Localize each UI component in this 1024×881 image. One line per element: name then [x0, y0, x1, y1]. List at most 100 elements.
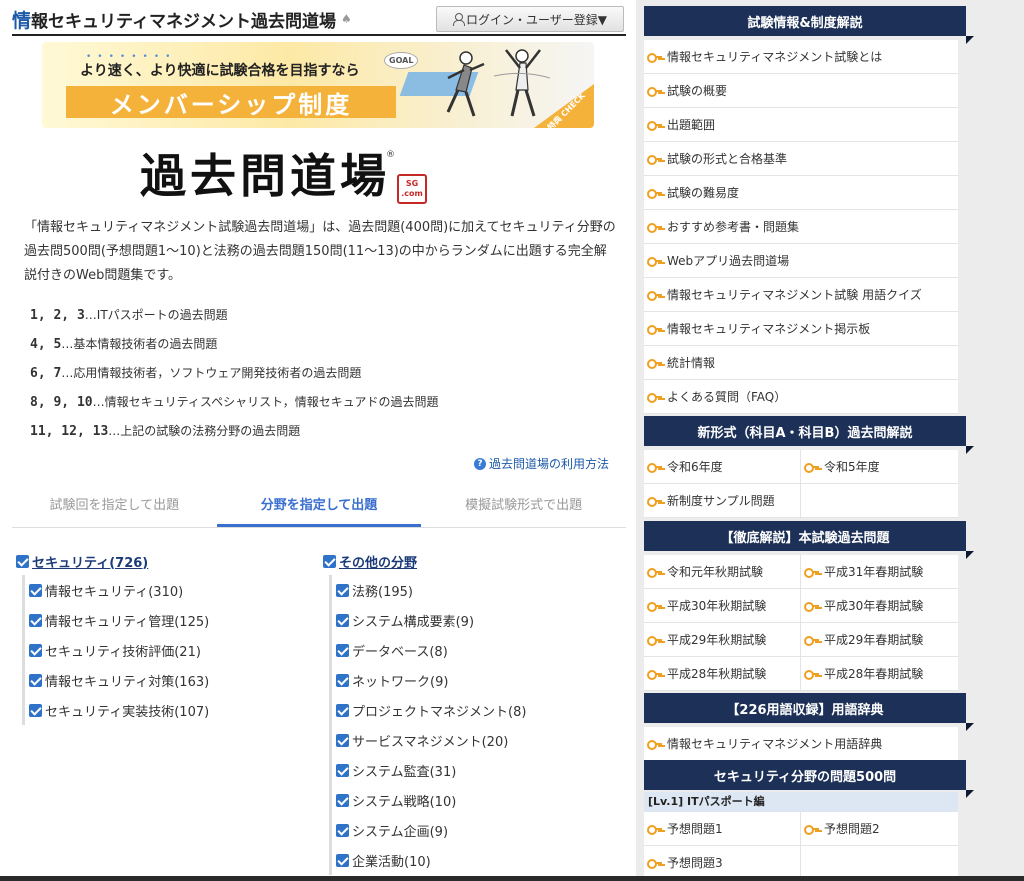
sidebar-link[interactable]: Webアプリ過去問道場 [644, 244, 958, 278]
spade-icon: ♠ [341, 12, 352, 26]
sg-seal-icon: SG .com [397, 174, 427, 204]
checkbox-checked-icon[interactable] [336, 643, 349, 657]
sidebar-link[interactable]: おすすめ参考書・問題集 [644, 210, 958, 244]
key-icon [804, 669, 820, 680]
sidebar-link[interactable]: 統計情報 [644, 346, 958, 380]
membership-banner[interactable]: •••••••• より速く、より快適に試験合格を目指すなら メンバーシップ制度 … [42, 42, 594, 128]
key-icon [647, 824, 663, 835]
key-icon [804, 462, 820, 473]
tab-by-exam[interactable]: 試験回を指定して出題 [12, 488, 217, 527]
sidebar-link[interactable]: 予想問題2 [801, 812, 958, 846]
category-security-head[interactable]: セキュリティ(726) [16, 550, 209, 572]
sidebar-link[interactable]: 平成29年春期試験 [801, 623, 958, 657]
sidebar-link[interactable]: 情報セキュリティマネジメント試験とは [644, 40, 958, 74]
question-range-list: 1, 2, 3…ITパスポートの過去問題 4, 5…基本情報技術者の過去問題 6… [30, 304, 438, 449]
checkbox-checked-icon[interactable] [336, 853, 349, 867]
checkbox-checked-icon[interactable] [336, 793, 349, 807]
registered-mark: ® [386, 150, 395, 160]
checkbox-checked-icon[interactable] [29, 673, 42, 687]
category-item[interactable]: セキュリティ技術評価(21) [29, 635, 209, 665]
key-icon [804, 824, 820, 835]
key-icon [804, 601, 820, 612]
sidebar-link[interactable]: 平成30年春期試験 [801, 589, 958, 623]
sidebar-link[interactable]: 試験の概要 [644, 74, 958, 108]
sidebar-link[interactable]: 令和元年秋期試験 [644, 555, 801, 589]
category-item[interactable]: システム企画(9) [336, 815, 526, 845]
sidebar-list-new-format: 令和6年度 令和5年度 新制度サンプル問題 [644, 450, 958, 518]
key-icon [647, 462, 663, 473]
checkbox-checked-icon[interactable] [336, 763, 349, 777]
question-circle-icon: ? [474, 457, 486, 470]
sidebar-link[interactable]: よくある質問（FAQ） [644, 380, 958, 414]
category-item[interactable]: ネットワーク(9) [336, 665, 526, 695]
key-icon [647, 669, 663, 680]
sidebar-list-past-exams: 令和元年秋期試験 平成31年春期試験 平成30年秋期試験 平成30年春期試験 平… [644, 555, 958, 691]
sidebar-link[interactable]: 令和5年度 [801, 450, 958, 484]
category-item[interactable]: データベース(8) [336, 635, 526, 665]
category-item[interactable]: 情報セキュリティ管理(125) [29, 605, 209, 635]
site-title-text: 報セキュリティマネジメント過去問道場 [31, 11, 336, 32]
key-icon [647, 496, 663, 507]
range-item: 4, 5…基本情報技術者の過去問題 [30, 337, 218, 352]
main-content: 情 報セキュリティマネジメント過去問道場 ♠ ログイン・ユーザー登録▼ ••••… [0, 0, 636, 881]
category-item[interactable]: システム構成要素(9) [336, 605, 526, 635]
category-item[interactable]: 情報セキュリティ対策(163) [29, 665, 209, 695]
checkbox-checked-icon[interactable] [336, 583, 349, 597]
checkbox-checked-icon[interactable] [336, 673, 349, 687]
usage-help-link[interactable]: ? 過去問道場の利用方法 [474, 455, 609, 472]
sidebar-link[interactable]: 新制度サンプル問題 [644, 484, 801, 518]
checkbox-checked-icon[interactable] [29, 583, 42, 597]
sidebar-link[interactable]: 情報セキュリティマネジメント試験 用語クイズ [644, 278, 958, 312]
sidebar-link[interactable]: 令和6年度 [644, 450, 801, 484]
checkbox-checked-icon[interactable] [29, 613, 42, 627]
tab-mock-exam[interactable]: 模擬試験形式で出題 [421, 488, 626, 527]
checkbox-checked-icon[interactable] [336, 703, 349, 717]
user-icon [453, 13, 465, 26]
checkbox-checked-icon[interactable] [336, 733, 349, 747]
sidebar-link[interactable]: 予想問題3 [644, 846, 801, 880]
category-item[interactable]: 企業活動(10) [336, 845, 526, 875]
checkbox-checked-icon[interactable] [29, 643, 42, 657]
tab-by-field[interactable]: 分野を指定して出題 [216, 488, 422, 527]
site-title[interactable]: 情 報セキュリティマネジメント過去問道場 ♠ [12, 4, 352, 34]
sidebar-heading-new-format: 新形式（科目A・科目B）過去問解説 [644, 416, 974, 454]
sidebar-link[interactable]: 平成28年春期試験 [801, 657, 958, 691]
category-item[interactable]: サービスマネジメント(20) [336, 725, 526, 755]
category-item[interactable]: システム監査(31) [336, 755, 526, 785]
key-icon [647, 635, 663, 646]
sidebar-link[interactable]: 平成31年春期試験 [801, 555, 958, 589]
category-item[interactable]: システム戦略(10) [336, 785, 526, 815]
category-item[interactable]: 法務(195) [336, 575, 526, 605]
key-icon [647, 290, 663, 301]
key-icon [647, 858, 663, 869]
sidebar-link[interactable]: 試験の難易度 [644, 176, 958, 210]
sidebar-link[interactable]: 平成28年秋期試験 [644, 657, 801, 691]
login-register-button[interactable]: ログイン・ユーザー登録▼ [436, 6, 624, 32]
category-item[interactable]: プロジェクトマネジメント(8) [336, 695, 526, 725]
sidebar-link[interactable]: 出題範囲 [644, 108, 958, 142]
sidebar-link[interactable]: 情報セキュリティマネジメント用語辞典 [644, 727, 958, 761]
checkbox-checked-icon[interactable] [16, 554, 29, 568]
sidebar-link[interactable]: 平成30年秋期試験 [644, 589, 801, 623]
category-item[interactable]: セキュリティ実装技術(107) [29, 695, 209, 725]
businessman-illustration [446, 51, 485, 117]
sidebar-link[interactable]: 平成29年秋期試験 [644, 623, 801, 657]
checkbox-checked-icon[interactable] [336, 613, 349, 627]
checkbox-checked-icon[interactable] [323, 554, 336, 568]
sidebar-link[interactable]: 予想問題1 [644, 812, 801, 846]
range-item: 8, 9, 10…情報セキュリティスペシャリスト，情報セキュアドの過去問題 [30, 395, 439, 410]
sidebar-link[interactable]: 試験の形式と合格基準 [644, 142, 958, 176]
key-icon [647, 739, 663, 750]
sidebar-link[interactable]: 情報セキュリティマネジメント掲示板 [644, 312, 958, 346]
checkbox-checked-icon[interactable] [29, 703, 42, 717]
key-icon [647, 324, 663, 335]
banner-title: メンバーシップ制度 [66, 86, 396, 119]
sidebar-subheading-level1: [Lv.1] ITパスポート編 [644, 792, 958, 812]
key-icon [647, 52, 663, 63]
checkbox-checked-icon[interactable] [336, 823, 349, 837]
key-icon [647, 222, 663, 233]
sidebar-heading-exam-info: 試験情報&制度解説 [644, 6, 974, 44]
window-bottom-bar [0, 876, 1024, 881]
category-item[interactable]: 情報セキュリティ(310) [29, 575, 209, 605]
category-other-head[interactable]: その他の分野 [323, 550, 526, 572]
